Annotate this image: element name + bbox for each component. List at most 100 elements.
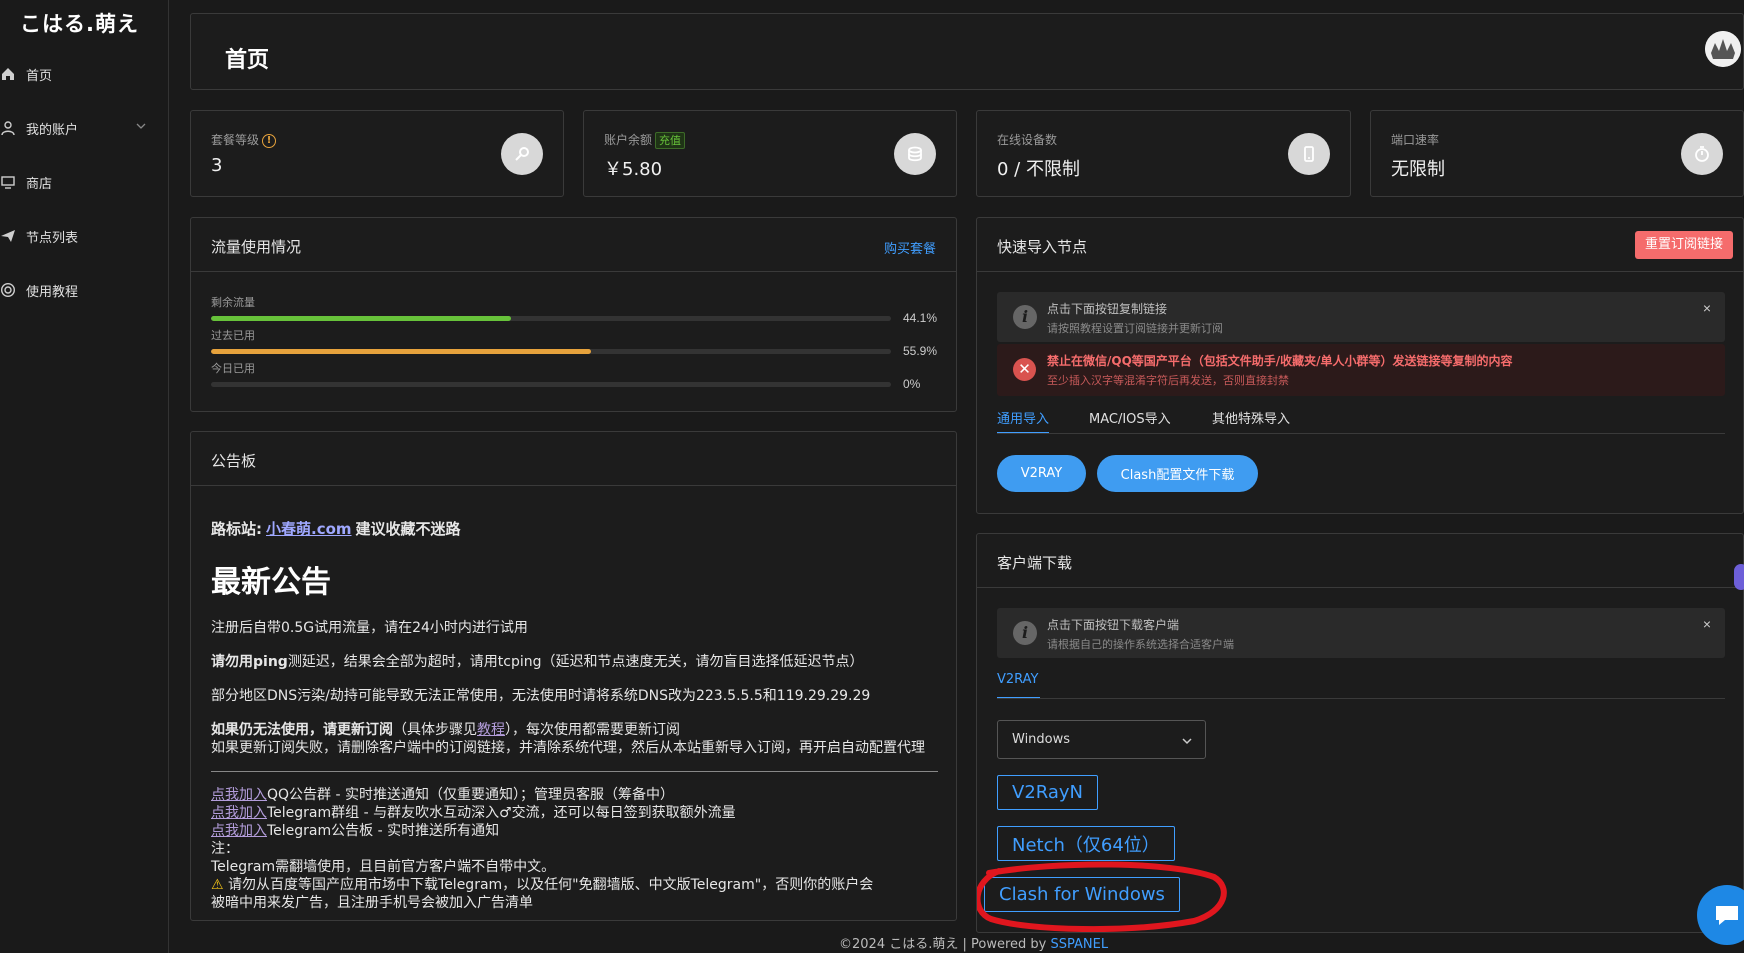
footer: ©2024 こはる.萌え | Powered by SSPANEL — [839, 937, 1109, 952]
sidebar-item-label: 我的账户 — [26, 122, 79, 138]
alert-title: 禁止在微信/QQ等国产平台（包括文件助手/收藏夹/单人小群等）发送链接等复制的内… — [1047, 354, 1513, 368]
stat-label: 端口速率 — [1391, 133, 1440, 147]
stat-value: 无限制 — [1391, 159, 1445, 180]
download-v2rayn-button[interactable]: V2RayN — [997, 775, 1099, 810]
user-icon — [1, 121, 15, 136]
bar-label: 过去已用 — [211, 329, 255, 342]
info-alert: i 点击下面按钮下载客户端 请根据自己的操作系统选择合适客户端 × — [997, 608, 1725, 658]
info-icon: i — [1013, 621, 1037, 645]
stat-label: 在线设备数 — [997, 133, 1058, 147]
remaining-traffic-bar — [211, 316, 891, 321]
tab-special-import[interactable]: 其他特殊导入 — [1212, 408, 1290, 427]
card-title: 流量使用情况 — [211, 238, 302, 256]
page-header: 首页 — [190, 13, 1744, 90]
brand-logo[interactable]: こはる.萌え — [20, 8, 139, 38]
join-qq-link[interactable]: 点我加入 — [211, 787, 267, 803]
used-traffic-bar — [211, 349, 891, 354]
sidebar-item-nodes[interactable]: 节点列表 — [0, 216, 169, 256]
danger-alert: ✕ 禁止在微信/QQ等国产平台（包括文件助手/收藏夹/单人小群等）发送链接等复制… — [997, 344, 1725, 396]
bar-label: 剩余流量 — [211, 296, 255, 309]
alert-description: 至少插入汉字等混淆字符后再发送，否则直接封禁 — [1047, 374, 1289, 387]
card-title: 公告板 — [211, 452, 257, 470]
avatar[interactable] — [1705, 31, 1741, 67]
card-header: 公告板 — [191, 432, 956, 486]
buy-plan-link[interactable]: 购买套餐 — [884, 238, 936, 257]
shop-icon — [1, 176, 15, 189]
alert-description: 请根据自己的操作系统选择合适客户端 — [1047, 638, 1234, 651]
info-icon[interactable]: ! — [262, 133, 277, 148]
stopwatch-icon — [1681, 133, 1723, 175]
tabs-divider — [997, 433, 1725, 434]
key-icon — [501, 133, 543, 175]
tab-v2ray[interactable]: V2RAY — [997, 672, 1039, 687]
join-telegram-channel-link[interactable]: 点我加入 — [211, 823, 267, 839]
bar-fill — [211, 349, 592, 354]
close-icon[interactable]: × — [1703, 300, 1711, 316]
notice-paragraph: 注册后自带0.5G试用流量，请在24小时内进行试用 — [211, 620, 528, 636]
stat-card-plan-level: 套餐等级! 3 — [190, 110, 564, 197]
phone-icon — [1288, 133, 1330, 175]
card-title: 快速导入节点 — [997, 238, 1088, 256]
close-icon[interactable]: × — [1703, 616, 1711, 632]
v2ray-import-button[interactable]: V2RAY — [997, 455, 1086, 492]
card-header: 快速导入节点 重置订阅链接 — [977, 218, 1743, 272]
notice-paragraph: 如果更新订阅失败，请删除客户端中的订阅链接，并清除系统代理，然后从本站重新导入订… — [211, 740, 925, 756]
chat-icon — [1716, 906, 1738, 925]
stat-card-balance: 账户余额 充值 ￥5.80 — [583, 110, 957, 197]
route-link[interactable]: 小春萌.com — [266, 520, 352, 538]
tab-mac-ios-import[interactable]: MAC/IOS导入 — [1089, 408, 1171, 427]
notice-paragraph: 请勿用ping测延迟，结果会全部为超时，请用tcping（延迟和节点速度无关，请… — [211, 654, 864, 670]
home-icon — [2, 68, 14, 80]
send-icon — [1, 230, 15, 242]
alert-title: 点击下面按钮下载客户端 — [1047, 618, 1180, 632]
card-header: 流量使用情况 购买套餐 — [191, 218, 956, 272]
card-title: 客户端下载 — [997, 554, 1073, 572]
download-netch-button[interactable]: Netch（仅64位） — [997, 826, 1175, 861]
notice-paragraph: 如果仍无法使用，请更新订阅（具体步骤见教程），每次使用都需要更新订阅 — [211, 722, 680, 738]
tab-general-import[interactable]: 通用导入 — [997, 408, 1049, 427]
sidebar-item-home[interactable]: 首页 — [0, 54, 169, 94]
alert-description: 请按照教程设置订阅链接并更新订阅 — [1047, 322, 1223, 335]
tabs-divider — [997, 698, 1725, 699]
stat-value: ￥5.80 — [604, 159, 663, 180]
sidebar-item-label: 首页 — [26, 68, 53, 84]
chevron-down-icon — [136, 123, 146, 129]
bar-fill — [211, 316, 511, 321]
coins-icon — [894, 133, 936, 175]
clash-config-download-button[interactable]: Clash配置文件下载 — [1097, 455, 1258, 492]
os-select-value: Windows — [1012, 732, 1071, 747]
page-title: 首页 — [225, 48, 270, 73]
reset-subscription-button[interactable]: 重置订阅链接 — [1634, 231, 1733, 259]
join-telegram-group-link[interactable]: 点我加入 — [211, 805, 267, 821]
chat-widget-button[interactable] — [1697, 885, 1744, 945]
bar-percent: 55.9% — [903, 344, 938, 358]
stat-label: 账户余额 充值 — [604, 131, 686, 149]
sidebar-item-label: 商店 — [26, 176, 53, 192]
side-floating-tab[interactable] — [1734, 564, 1744, 590]
tutorial-link[interactable]: 教程 — [477, 722, 505, 738]
chevron-down-icon — [1182, 738, 1192, 745]
client-download-card: 客户端下载 i 点击下面按钮下载客户端 请根据自己的操作系统选择合适客户端 × … — [976, 533, 1744, 933]
bar-label: 今日已用 — [211, 362, 255, 375]
recharge-badge[interactable]: 充值 — [655, 132, 686, 149]
info-icon: i — [1013, 305, 1037, 329]
sidebar-item-shop[interactable]: 商店 — [0, 162, 169, 202]
os-select[interactable]: Windows — [997, 720, 1206, 759]
error-icon: ✕ — [1013, 358, 1036, 381]
help-icon — [0, 282, 16, 298]
sidebar-item-tutorial[interactable]: 使用教程 — [0, 270, 169, 310]
notice-paragraph: 部分地区DNS污染/劫持可能导致无法正常使用，无法使用时请将系统DNS改为223… — [211, 688, 871, 704]
sspanel-link[interactable]: SSPANEL — [1050, 937, 1108, 952]
red-annotation-circle — [977, 861, 1227, 932]
stat-label: 套餐等级! — [211, 131, 277, 148]
notice-content: 路标站: 小春萌.com 建议收藏不迷路 最新公告 注册后自带0.5G试用流量，请在… — [211, 518, 938, 912]
info-alert: i 点击下面按钮复制链接 请按照教程设置订阅链接并更新订阅 × — [997, 292, 1725, 342]
warning-icon: ⚠ — [211, 877, 224, 893]
bar-percent: 44.1% — [903, 311, 938, 325]
notice-board: 公告板 路标站: 小春萌.com 建议收藏不迷路 最新公告 注册后自带0.5G试用流… — [190, 431, 957, 921]
notice-heading: 最新公告 — [211, 565, 331, 600]
sidebar-item-account[interactable]: 我的账户 — [0, 108, 169, 148]
alert-title: 点击下面按钮复制链接 — [1047, 302, 1168, 316]
sidebar-item-label: 使用教程 — [26, 284, 79, 300]
stat-card-online-devices: 在线设备数 0 / 不限制 — [976, 110, 1351, 197]
